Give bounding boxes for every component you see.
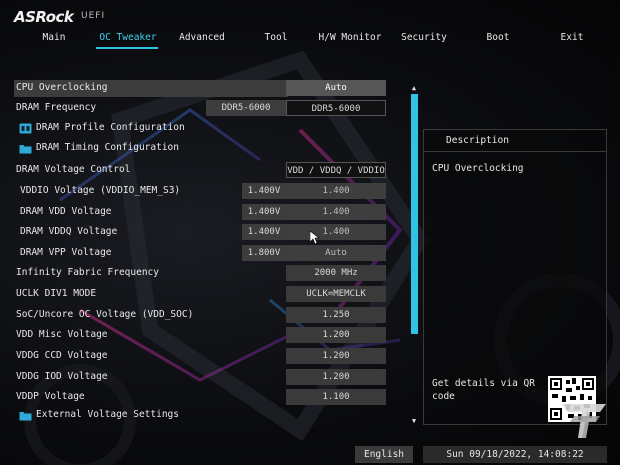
setting-label: CPU Overclocking (16, 82, 108, 93)
language-button[interactable]: English (355, 446, 413, 463)
setting-label: VDDP Voltage (16, 391, 85, 402)
uefi-label: UEFI (81, 11, 106, 21)
soc-uncore-oc-voltage-value[interactable]: 1.250 (286, 307, 386, 323)
setting-label: DRAM Voltage Control (16, 164, 131, 175)
setting-label: VDDG CCD Voltage (16, 350, 108, 361)
vddio-voltage-current: 1.400V (242, 183, 286, 199)
top-nav: Main OC Tweaker Advanced Tool H/W Monito… (0, 30, 620, 50)
infinity-fabric-frequency-value[interactable]: 2000 MHz (286, 265, 386, 281)
tab-exit[interactable]: Exit (537, 32, 607, 43)
tab-main[interactable]: Main (19, 32, 89, 43)
vddp-voltage-value[interactable]: 1.100 (286, 389, 386, 405)
description-text: CPU Overclocking (432, 163, 524, 174)
watermark-logo-icon (562, 404, 606, 438)
description-panel: Description CPU Overclocking Get details… (423, 129, 607, 425)
setting-label: Infinity Fabric Frequency (16, 267, 159, 278)
tab-oc-tweaker[interactable]: OC Tweaker (93, 32, 163, 43)
dram-vpp-voltage-value[interactable]: Auto (286, 245, 386, 261)
folder-icon (19, 145, 32, 154)
setting-label: DRAM Frequency (16, 102, 97, 113)
tab-tool[interactable]: Tool (241, 32, 311, 43)
scroll-down-arrow-icon[interactable]: ▼ (409, 417, 419, 425)
setting-dram-timing-configuration[interactable]: DRAM Timing Configuration (14, 140, 408, 157)
mouse-cursor-icon (310, 231, 320, 245)
dram-vddq-voltage-value[interactable]: 1.400 (286, 224, 386, 240)
setting-label: DRAM Timing Configuration (36, 142, 179, 153)
scroll-up-arrow-icon[interactable]: ▲ (409, 84, 419, 92)
bottom-bar: English Sun 09/18/2022, 14:08:22 (0, 444, 620, 465)
setting-cpu-overclocking[interactable]: CPU Overclocking (14, 80, 288, 97)
setting-label: External Voltage Settings (36, 409, 179, 420)
dram-vdd-voltage-value[interactable]: 1.400 (286, 204, 386, 220)
setting-label: UCLK DIV1 MODE (16, 288, 97, 299)
setting-label: VDD Misc Voltage (16, 329, 108, 340)
uclk-div1-mode-value[interactable]: UCLK=MEMCLK (286, 286, 386, 302)
setting-label: DRAM VDDQ Voltage (20, 226, 118, 237)
tab-hw-monitor[interactable]: H/W Monitor (315, 32, 385, 43)
dram-frequency-current: DDR5-6000 (206, 100, 286, 116)
qr-details-text: Get details via QR code (432, 378, 535, 402)
setting-label: DRAM Profile Configuration (36, 122, 185, 133)
active-tab-indicator (96, 47, 158, 49)
vddg-ccd-voltage-value[interactable]: 1.200 (286, 348, 386, 364)
tab-advanced[interactable]: Advanced (167, 32, 237, 43)
setting-label: VDDG IOD Voltage (16, 371, 108, 382)
setting-label: DRAM VDD Voltage (20, 206, 112, 217)
asrock-logo: ASRock (14, 8, 74, 26)
dram-vddq-voltage-current: 1.400V (242, 224, 286, 240)
folder-icon (19, 412, 32, 421)
vddg-iod-voltage-value[interactable]: 1.200 (286, 369, 386, 385)
vdd-misc-voltage-value[interactable]: 1.200 (286, 327, 386, 343)
setting-label: DRAM VPP Voltage (20, 247, 112, 258)
description-title: Description (424, 130, 606, 152)
dram-frequency-value[interactable]: DDR5-6000 (286, 100, 386, 116)
datetime-display: Sun 09/18/2022, 14:08:22 (423, 446, 607, 463)
setting-dram-profile-configuration[interactable]: DRAM Profile Configuration (14, 120, 408, 137)
setting-external-voltage-settings[interactable]: External Voltage Settings (14, 407, 408, 424)
vddio-voltage-value[interactable]: 1.400 (286, 183, 386, 199)
tab-boot[interactable]: Boot (463, 32, 533, 43)
dram-vdd-voltage-current: 1.400V (242, 204, 286, 220)
cpu-overclocking-value[interactable]: Auto (286, 80, 386, 96)
profile-icon (19, 123, 32, 134)
tab-security[interactable]: Security (389, 32, 459, 43)
setting-label: SoC/Uncore OC Voltage (VDD_SOC) (16, 309, 194, 320)
dram-voltage-control-value[interactable]: VDD / VDDQ / VDDIO (286, 162, 386, 178)
dram-vpp-voltage-current: 1.800V (242, 245, 286, 261)
setting-label: VDDIO Voltage (VDDIO_MEM_S3) (20, 185, 181, 196)
scrollbar-thumb[interactable] (411, 94, 418, 334)
